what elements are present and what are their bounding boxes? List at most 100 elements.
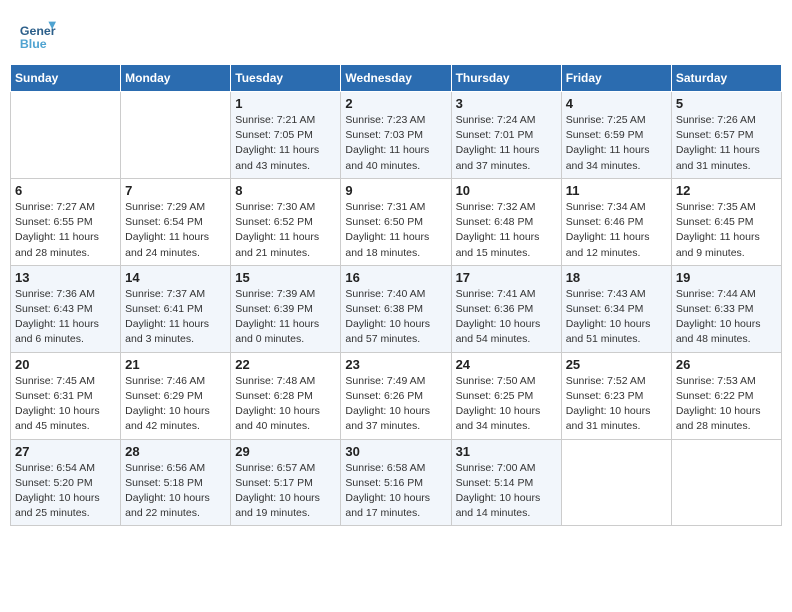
svg-text:General: General (20, 24, 56, 38)
day-number: 18 (566, 270, 667, 285)
day-number: 23 (345, 357, 446, 372)
day-info: Sunrise: 7:31 AM Sunset: 6:50 PM Dayligh… (345, 200, 446, 261)
calendar-week-3: 13Sunrise: 7:36 AM Sunset: 6:43 PM Dayli… (11, 265, 782, 352)
calendar-cell: 22 Sunrise: 7:48 AM Sunset: 6:28 PM Dayli… (231, 352, 341, 439)
day-number: 16 (345, 270, 446, 285)
day-info: Sunrise: 7:46 AM Sunset: 6:29 PM Dayligh… (125, 374, 226, 435)
calendar-cell: 24 Sunrise: 7:50 AM Sunset: 6:25 PM Dayli… (451, 352, 561, 439)
day-number: 7 (125, 183, 226, 198)
calendar-cell: 4 Sunrise: 7:25 AM Sunset: 6:59 PM Daylig… (561, 92, 671, 179)
calendar-cell: 30Sunrise: 6:58 AM Sunset: 5:16 PM Dayli… (341, 439, 451, 526)
day-number: 10 (456, 183, 557, 198)
calendar-cell: 23 Sunrise: 7:49 AM Sunset: 6:26 PM Dayli… (341, 352, 451, 439)
day-info: Sunrise: 7:30 AM Sunset: 6:52 PM Dayligh… (235, 200, 336, 261)
calendar-cell: 11 Sunrise: 7:34 AM Sunset: 6:46 PM Dayli… (561, 178, 671, 265)
day-number: 24 (456, 357, 557, 372)
day-info: Sunrise: 7:37 AM Sunset: 6:41 PM Dayligh… (125, 287, 226, 348)
column-header-sunday: Sunday (11, 65, 121, 92)
column-header-thursday: Thursday (451, 65, 561, 92)
day-info: Sunrise: 7:00 AM Sunset: 5:14 PM Dayligh… (456, 461, 557, 522)
day-number: 8 (235, 183, 336, 198)
calendar-cell: 19 Sunrise: 7:44 AM Sunset: 6:33 PM Dayli… (671, 265, 781, 352)
calendar-cell: 17 Sunrise: 7:41 AM Sunset: 6:36 PM Dayli… (451, 265, 561, 352)
day-number: 13 (15, 270, 116, 285)
day-number: 30 (345, 444, 446, 459)
day-number: 9 (345, 183, 446, 198)
day-info: Sunrise: 7:40 AM Sunset: 6:38 PM Dayligh… (345, 287, 446, 348)
calendar-cell: 15Sunrise: 7:39 AM Sunset: 6:39 PM Dayli… (231, 265, 341, 352)
calendar-cell: 16 Sunrise: 7:40 AM Sunset: 6:38 PM Dayli… (341, 265, 451, 352)
column-header-tuesday: Tuesday (231, 65, 341, 92)
logo-icon: General Blue (18, 14, 56, 52)
column-header-friday: Friday (561, 65, 671, 92)
calendar-cell: 27 Sunrise: 6:54 AM Sunset: 5:20 PM Dayli… (11, 439, 121, 526)
day-number: 28 (125, 444, 226, 459)
calendar-cell: 13Sunrise: 7:36 AM Sunset: 6:43 PM Dayli… (11, 265, 121, 352)
column-header-wednesday: Wednesday (341, 65, 451, 92)
day-info: Sunrise: 7:25 AM Sunset: 6:59 PM Dayligh… (566, 113, 667, 174)
day-number: 22 (235, 357, 336, 372)
calendar-cell: 20Sunrise: 7:45 AM Sunset: 6:31 PM Dayli… (11, 352, 121, 439)
day-info: Sunrise: 7:23 AM Sunset: 7:03 PM Dayligh… (345, 113, 446, 174)
calendar-cell: 25Sunrise: 7:52 AM Sunset: 6:23 PM Dayli… (561, 352, 671, 439)
day-number: 11 (566, 183, 667, 198)
logo: General Blue (18, 14, 60, 52)
calendar-cell (11, 92, 121, 179)
day-info: Sunrise: 7:48 AM Sunset: 6:28 PM Dayligh… (235, 374, 336, 435)
day-number: 6 (15, 183, 116, 198)
day-info: Sunrise: 7:27 AM Sunset: 6:55 PM Dayligh… (15, 200, 116, 261)
day-info: Sunrise: 7:32 AM Sunset: 6:48 PM Dayligh… (456, 200, 557, 261)
calendar-cell: 5Sunrise: 7:26 AM Sunset: 6:57 PM Daylig… (671, 92, 781, 179)
calendar-cell (671, 439, 781, 526)
calendar-cell (561, 439, 671, 526)
calendar-cell: 12 Sunrise: 7:35 AM Sunset: 6:45 PM Dayli… (671, 178, 781, 265)
calendar-cell: 9 Sunrise: 7:31 AM Sunset: 6:50 PM Daylig… (341, 178, 451, 265)
column-header-saturday: Saturday (671, 65, 781, 92)
calendar-week-5: 27 Sunrise: 6:54 AM Sunset: 5:20 PM Dayli… (11, 439, 782, 526)
day-number: 2 (345, 96, 446, 111)
calendar-cell: 2 Sunrise: 7:23 AM Sunset: 7:03 PM Daylig… (341, 92, 451, 179)
calendar-cell: 31 Sunrise: 7:00 AM Sunset: 5:14 PM Dayli… (451, 439, 561, 526)
calendar-cell (121, 92, 231, 179)
day-number: 4 (566, 96, 667, 111)
calendar-cell: 6 Sunrise: 7:27 AM Sunset: 6:55 PM Daylig… (11, 178, 121, 265)
calendar-cell: 21Sunrise: 7:46 AM Sunset: 6:29 PM Dayli… (121, 352, 231, 439)
day-number: 27 (15, 444, 116, 459)
day-number: 31 (456, 444, 557, 459)
calendar-cell: 8 Sunrise: 7:30 AM Sunset: 6:52 PM Daylig… (231, 178, 341, 265)
day-number: 12 (676, 183, 777, 198)
day-info: Sunrise: 7:35 AM Sunset: 6:45 PM Dayligh… (676, 200, 777, 261)
day-info: Sunrise: 7:34 AM Sunset: 6:46 PM Dayligh… (566, 200, 667, 261)
day-number: 1 (235, 96, 336, 111)
day-info: Sunrise: 6:57 AM Sunset: 5:17 PM Dayligh… (235, 461, 336, 522)
page-header: General Blue (10, 10, 782, 56)
day-info: Sunrise: 7:29 AM Sunset: 6:54 PM Dayligh… (125, 200, 226, 261)
calendar-body: 1 Sunrise: 7:21 AM Sunset: 7:05 PM Daylig… (11, 92, 782, 526)
day-number: 19 (676, 270, 777, 285)
calendar-week-4: 20Sunrise: 7:45 AM Sunset: 6:31 PM Dayli… (11, 352, 782, 439)
day-info: Sunrise: 7:52 AM Sunset: 6:23 PM Dayligh… (566, 374, 667, 435)
day-info: Sunrise: 7:41 AM Sunset: 6:36 PM Dayligh… (456, 287, 557, 348)
calendar-cell: 29Sunrise: 6:57 AM Sunset: 5:17 PM Dayli… (231, 439, 341, 526)
calendar-cell: 18 Sunrise: 7:43 AM Sunset: 6:34 PM Dayli… (561, 265, 671, 352)
day-number: 26 (676, 357, 777, 372)
calendar-cell: 1 Sunrise: 7:21 AM Sunset: 7:05 PM Daylig… (231, 92, 341, 179)
calendar-week-1: 1 Sunrise: 7:21 AM Sunset: 7:05 PM Daylig… (11, 92, 782, 179)
day-number: 15 (235, 270, 336, 285)
day-info: Sunrise: 7:43 AM Sunset: 6:34 PM Dayligh… (566, 287, 667, 348)
day-info: Sunrise: 7:24 AM Sunset: 7:01 PM Dayligh… (456, 113, 557, 174)
calendar-cell: 26 Sunrise: 7:53 AM Sunset: 6:22 PM Dayli… (671, 352, 781, 439)
day-info: Sunrise: 7:53 AM Sunset: 6:22 PM Dayligh… (676, 374, 777, 435)
calendar-cell: 10 Sunrise: 7:32 AM Sunset: 6:48 PM Dayli… (451, 178, 561, 265)
calendar-cell: 7 Sunrise: 7:29 AM Sunset: 6:54 PM Daylig… (121, 178, 231, 265)
day-info: Sunrise: 6:54 AM Sunset: 5:20 PM Dayligh… (15, 461, 116, 522)
calendar-cell: 28Sunrise: 6:56 AM Sunset: 5:18 PM Dayli… (121, 439, 231, 526)
day-info: Sunrise: 7:49 AM Sunset: 6:26 PM Dayligh… (345, 374, 446, 435)
day-info: Sunrise: 7:44 AM Sunset: 6:33 PM Dayligh… (676, 287, 777, 348)
svg-text:Blue: Blue (20, 37, 47, 51)
day-number: 17 (456, 270, 557, 285)
calendar-cell: 14Sunrise: 7:37 AM Sunset: 6:41 PM Dayli… (121, 265, 231, 352)
day-info: Sunrise: 7:50 AM Sunset: 6:25 PM Dayligh… (456, 374, 557, 435)
calendar-cell: 3Sunrise: 7:24 AM Sunset: 7:01 PM Daylig… (451, 92, 561, 179)
day-info: Sunrise: 7:21 AM Sunset: 7:05 PM Dayligh… (235, 113, 336, 174)
